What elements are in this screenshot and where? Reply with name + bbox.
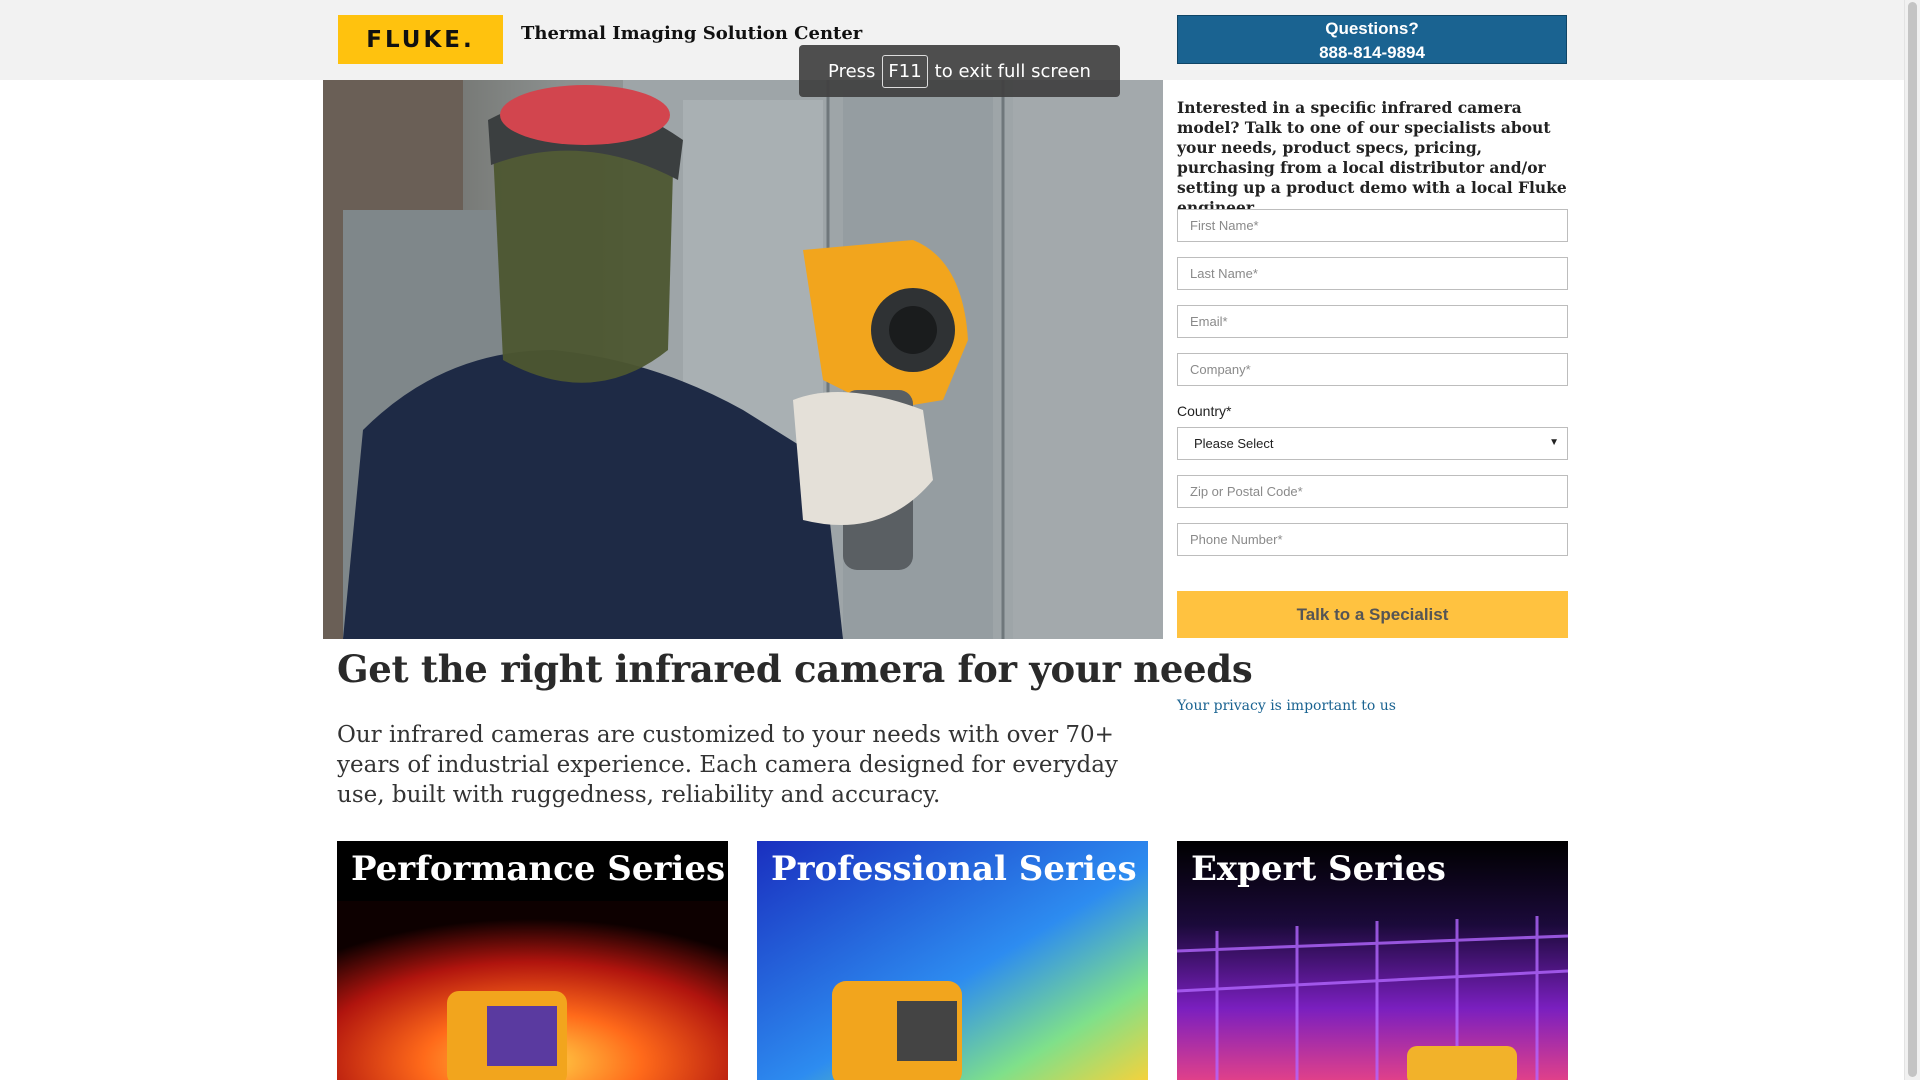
intro-paragraph: Our infrared cameras are customized to y…	[337, 722, 1118, 808]
email-field[interactable]	[1177, 305, 1568, 338]
fluke-logo[interactable]: FLUKE.	[338, 15, 503, 64]
professional-series-title: Professional Series	[771, 849, 1137, 889]
page-scrollbar[interactable]	[1904, 0, 1920, 1080]
logo-text: FLUKE.	[366, 26, 475, 53]
caret-down-icon: ▼	[1549, 437, 1559, 448]
fullscreen-press-text: Press	[828, 60, 876, 82]
f11-key: F11	[882, 54, 928, 88]
page-headline: Get the right infrared camera for your n…	[337, 647, 1253, 691]
fullscreen-rest-text: to exit full screen	[934, 60, 1091, 82]
first-name-field[interactable]	[1177, 209, 1568, 242]
phone-number-field[interactable]	[1177, 523, 1568, 556]
last-name-field[interactable]	[1177, 257, 1568, 290]
professional-series-card[interactable]: Professional Series	[757, 841, 1148, 1080]
scrollbar-thumb[interactable]	[1908, 2, 1917, 1077]
privacy-link[interactable]: Your privacy is important to us	[1177, 698, 1396, 714]
form-intro-text: Interested in a specific infrared camera…	[1177, 98, 1567, 217]
site-title: Thermal Imaging Solution Center	[521, 23, 863, 44]
hero-image	[323, 80, 1163, 639]
talk-to-specialist-button[interactable]: Talk to a Specialist	[1177, 591, 1568, 638]
country-label: Country*	[1177, 403, 1232, 419]
questions-label: Questions?	[1325, 19, 1419, 38]
zip-code-field[interactable]	[1177, 475, 1568, 508]
performance-series-card[interactable]: Performance Series	[337, 841, 728, 1080]
performance-series-title: Performance Series	[351, 849, 726, 889]
fullscreen-exit-notice: Press F11 to exit full screen	[799, 45, 1120, 97]
phone-number: 888-814-9894	[1319, 43, 1425, 62]
country-select[interactable]: Please Select ▼	[1177, 427, 1568, 460]
expert-series-card[interactable]: Expert Series	[1177, 841, 1568, 1080]
expert-series-title: Expert Series	[1191, 849, 1446, 889]
country-select-value: Please Select	[1194, 436, 1274, 451]
company-field[interactable]	[1177, 353, 1568, 386]
questions-phone-button[interactable]: Questions? 888-814-9894	[1177, 15, 1567, 64]
